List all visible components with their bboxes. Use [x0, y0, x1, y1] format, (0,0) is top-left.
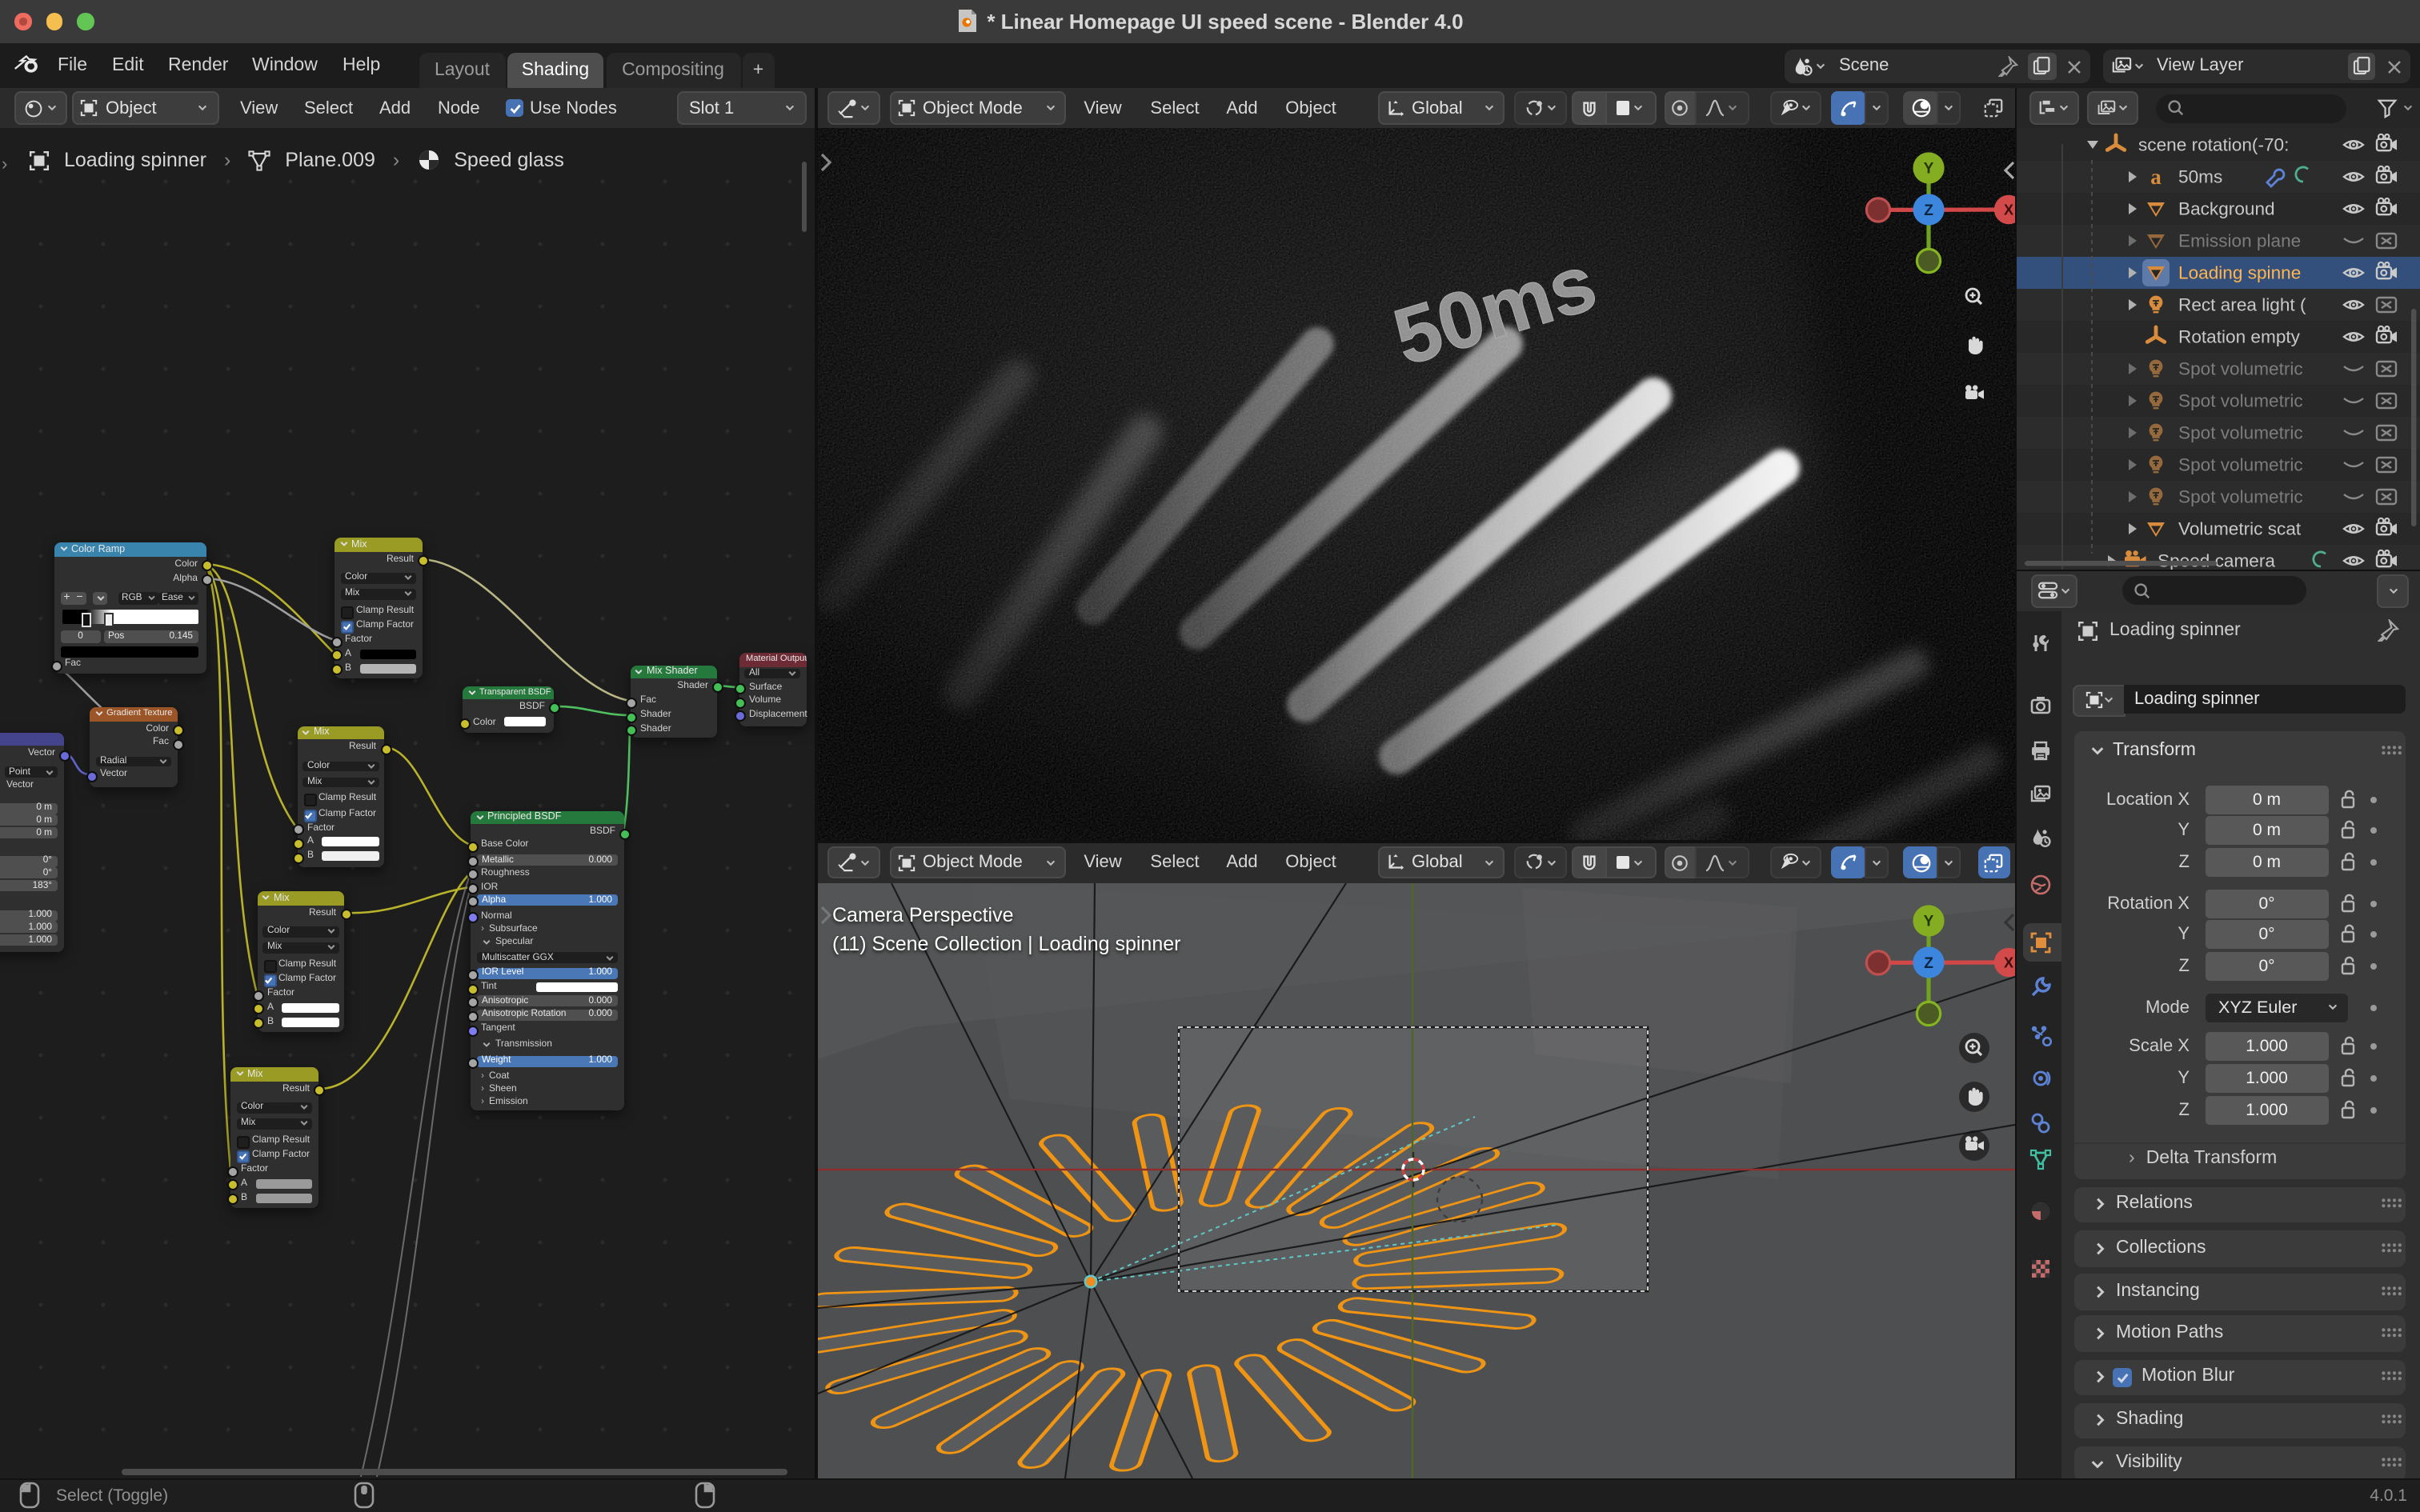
svg-text:Emission plane: Emission plane — [2178, 231, 2301, 251]
svg-text:Spot volumetric: Spot volumetric — [2178, 487, 2303, 507]
svg-text:Spot volumetric: Spot volumetric — [2178, 423, 2303, 443]
svg-text:Y: Y — [1923, 161, 1933, 178]
svg-text:Rect area light (: Rect area light ( — [2178, 295, 2306, 315]
svg-text:Rotation empty: Rotation empty — [2178, 327, 2301, 347]
svg-text:Loading spinne: Loading spinne — [2178, 263, 2301, 283]
svg-text:Y: Y — [1923, 913, 1933, 930]
svg-text:Z: Z — [1923, 202, 1933, 219]
svg-text:a: a — [2150, 165, 2162, 189]
svg-text:Background: Background — [2178, 199, 2275, 219]
svg-text:Spot volumetric: Spot volumetric — [2178, 391, 2303, 411]
svg-text:X: X — [2003, 954, 2013, 970]
svg-text:Volumetric scat: Volumetric scat — [2178, 519, 2302, 539]
svg-text:Spot volumetric: Spot volumetric — [2178, 359, 2303, 379]
svg-text:Spot volumetric: Spot volumetric — [2178, 455, 2303, 475]
svg-text:Speed camera: Speed camera — [2158, 551, 2275, 570]
svg-text:Z: Z — [1923, 954, 1933, 971]
svg-text:50ms: 50ms — [2178, 167, 2222, 187]
svg-text:scene rotation(-70:: scene rotation(-70: — [2138, 135, 2289, 155]
svg-text:X: X — [2003, 202, 2013, 218]
